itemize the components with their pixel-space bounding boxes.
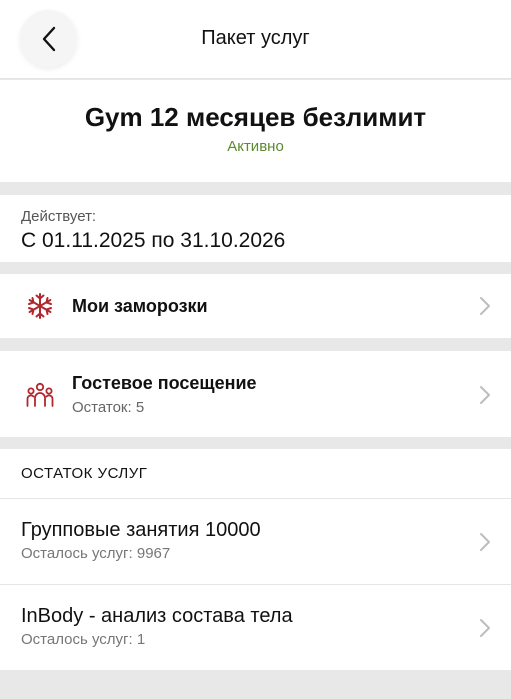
snowflake-icon bbox=[26, 292, 54, 320]
plan-name: Gym 12 месяцев безлимит bbox=[84, 102, 427, 132]
guest-visit-row[interactable]: Гостевое посещение Остаток: 5 bbox=[0, 351, 511, 437]
remaining-services-section: ОСТАТОК УСЛУГ Групповые занятия 10000 Ос… bbox=[0, 449, 511, 670]
page-title: Пакет услуг bbox=[201, 27, 310, 49]
freezes-label: Мои заморозки bbox=[72, 296, 208, 316]
service-remaining: Осталось услуг: 1 bbox=[21, 631, 146, 648]
chevron-right-icon bbox=[480, 619, 490, 637]
chevron-right-icon bbox=[480, 386, 490, 404]
bottom-spacer bbox=[0, 670, 511, 699]
people-group-icon bbox=[26, 381, 54, 409]
plan-summary: Gym 12 месяцев безлимит Активно bbox=[0, 80, 511, 182]
validity-card: Действует: С 01.11.2025 по 31.10.2026 bbox=[0, 195, 511, 262]
chevron-right-icon bbox=[480, 297, 490, 315]
section-header: ОСТАТОК УСЛУГ bbox=[21, 465, 148, 482]
top-bar: Пакет услуг bbox=[0, 0, 511, 79]
freezes-row[interactable]: Мои заморозки bbox=[0, 274, 511, 338]
validity-period: С 01.11.2025 по 31.10.2026 bbox=[21, 229, 286, 252]
service-remaining: Осталось услуг: 9967 bbox=[21, 545, 171, 562]
service-title: Групповые занятия 10000 bbox=[21, 519, 261, 541]
guest-visit-label: Гостевое посещение bbox=[72, 373, 257, 393]
service-row-group-classes[interactable]: Групповые занятия 10000 Осталось услуг: … bbox=[0, 498, 511, 584]
service-row-inbody[interactable]: InBody - анализ состава тела Осталось ус… bbox=[0, 584, 511, 670]
chevron-right-icon bbox=[480, 533, 490, 551]
plan-status-badge: Активно bbox=[227, 138, 284, 155]
service-title: InBody - анализ состава тела bbox=[21, 605, 293, 627]
guest-visit-remaining: Остаток: 5 bbox=[72, 399, 145, 416]
validity-label: Действует: bbox=[21, 208, 97, 225]
